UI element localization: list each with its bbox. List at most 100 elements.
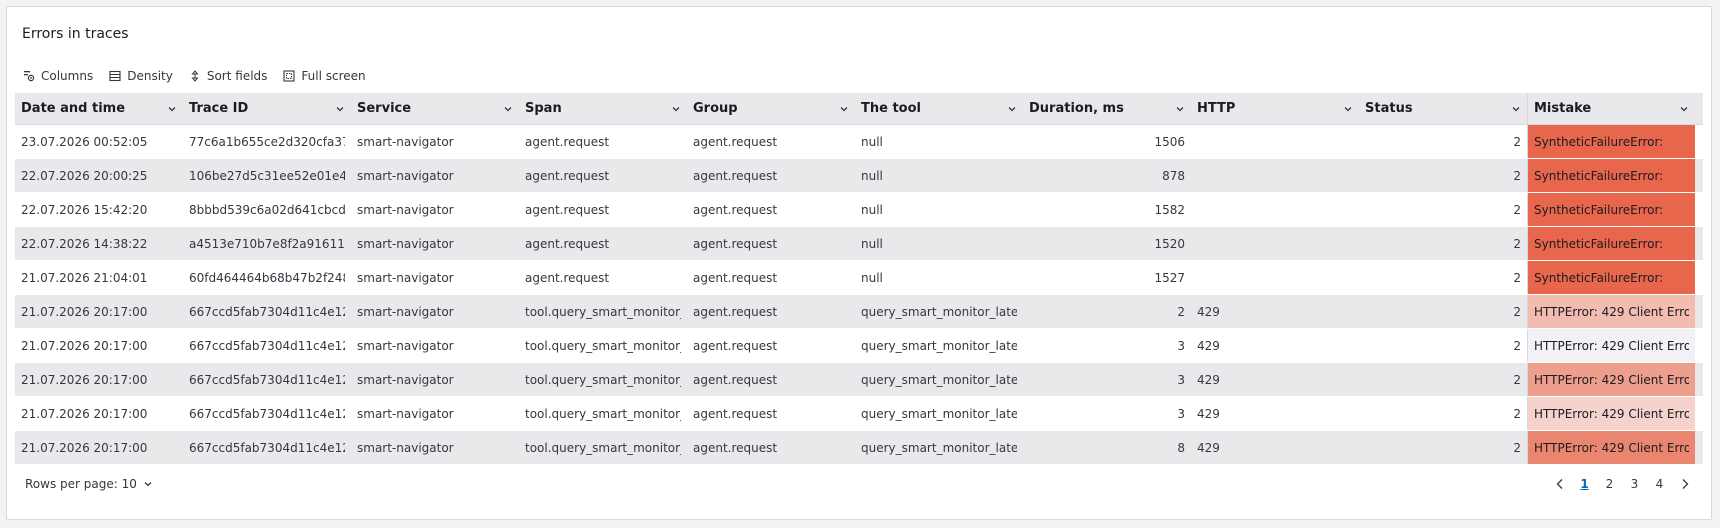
cell-trace-id-text: 667ccd5fab7304d11c4e12ef bbox=[189, 304, 345, 319]
cell-span-text: tool.query_smart_monitor_la bbox=[525, 440, 681, 455]
rows-per-page-label: Rows per page: 10 bbox=[25, 477, 137, 491]
cell-span: agent.request bbox=[519, 227, 687, 260]
cell-duration-text: 1527 bbox=[1154, 270, 1185, 285]
table-row[interactable]: 22.07.2026 14:38:22 a4513e710b7e8f2a91611… bbox=[15, 227, 1703, 261]
cell-status: 2 bbox=[1359, 125, 1527, 158]
cell-datetime: 22.07.2026 14:38:22 bbox=[15, 227, 183, 260]
cell-trace-id: 667ccd5fab7304d11c4e12ef bbox=[183, 397, 351, 430]
cell-trace-id-text: 8bbbd539c6a02d641cbcd9f bbox=[189, 202, 345, 217]
cell-mistake: HTTPError: 429 Client Error: bbox=[1527, 431, 1695, 464]
cell-http: 429 bbox=[1191, 329, 1359, 362]
datagrid-toolbar: Columns Density Sort fields Full screen bbox=[23, 62, 382, 90]
column-header[interactable]: Status bbox=[1359, 93, 1527, 124]
column-header[interactable]: Trace ID bbox=[183, 93, 351, 124]
cell-trace-id-text: 106be27d5c31ee52e01e4d bbox=[189, 168, 345, 183]
density-icon bbox=[109, 70, 121, 82]
sort-fields-button[interactable]: Sort fields bbox=[189, 69, 268, 83]
cell-datetime: 21.07.2026 20:17:00 bbox=[15, 431, 183, 464]
cell-service: smart-navigator bbox=[351, 295, 519, 328]
full-screen-button[interactable]: Full screen bbox=[283, 69, 366, 83]
cell-tool-text: query_smart_monitor_latest bbox=[861, 304, 1017, 319]
cell-duration: 1520 bbox=[1023, 227, 1191, 260]
cell-status: 2 bbox=[1359, 193, 1527, 226]
table-row[interactable]: 21.07.2026 21:04:01 60fd464464b68b47b2f24… bbox=[15, 261, 1703, 295]
cell-trace-id-text: 77c6a1b655ce2d320cfa37d bbox=[189, 134, 345, 149]
cell-group: agent.request bbox=[687, 431, 855, 464]
table-row[interactable]: 21.07.2026 20:17:00 667ccd5fab7304d11c4e1… bbox=[15, 329, 1703, 363]
cell-http bbox=[1191, 125, 1359, 158]
column-header[interactable]: HTTP bbox=[1191, 93, 1359, 124]
cell-mistake-text: SyntheticFailureError: bbox=[1534, 236, 1664, 251]
cell-tool: null bbox=[855, 227, 1023, 260]
cell-span-text: tool.query_smart_monitor_la bbox=[525, 372, 681, 387]
cell-service-text: smart-navigator bbox=[357, 134, 454, 149]
cell-group: agent.request bbox=[687, 363, 855, 396]
table-row[interactable]: 22.07.2026 15:42:20 8bbbd539c6a02d641cbcd… bbox=[15, 193, 1703, 227]
table-row[interactable]: 21.07.2026 20:17:00 667ccd5fab7304d11c4e1… bbox=[15, 295, 1703, 329]
cell-http-text: 429 bbox=[1197, 372, 1220, 387]
page-button-2[interactable]: 2 bbox=[1597, 477, 1622, 491]
table-footer: Rows per page: 10 1234 bbox=[15, 467, 1703, 501]
cell-mistake-text: HTTPError: 429 Client Error: bbox=[1534, 304, 1689, 319]
cell-http: 429 bbox=[1191, 397, 1359, 430]
cell-group-text: agent.request bbox=[693, 236, 778, 251]
cell-trace-id-text: 667ccd5fab7304d11c4e12ef bbox=[189, 338, 345, 353]
sort-fields-label: Sort fields bbox=[206, 69, 268, 83]
next-page-button[interactable] bbox=[1672, 478, 1697, 490]
table-row[interactable]: 22.07.2026 20:00:25 106be27d5c31ee52e01e4… bbox=[15, 159, 1703, 193]
page-button-4[interactable]: 4 bbox=[1647, 477, 1672, 491]
column-header-label: Span bbox=[525, 101, 562, 116]
density-button[interactable]: Density bbox=[109, 69, 173, 83]
cell-datetime-text: 21.07.2026 20:17:00 bbox=[21, 338, 148, 353]
cell-group: agent.request bbox=[687, 159, 855, 192]
cell-duration-text: 3 bbox=[1177, 338, 1185, 353]
cell-mistake: SyntheticFailureError: bbox=[1527, 193, 1695, 226]
column-header[interactable]: Date and time bbox=[15, 93, 183, 124]
page-button-3[interactable]: 3 bbox=[1622, 477, 1647, 491]
cell-http bbox=[1191, 227, 1359, 260]
cell-duration-text: 2 bbox=[1177, 304, 1185, 319]
fullscreen-icon bbox=[283, 70, 295, 82]
cell-mistake: HTTPError: 429 Client Error: bbox=[1527, 329, 1695, 362]
column-header[interactable]: Group bbox=[687, 93, 855, 124]
cell-trace-id: a4513e710b7e8f2a91611e3 bbox=[183, 227, 351, 260]
cell-mistake-text: HTTPError: 429 Client Error: bbox=[1534, 338, 1689, 353]
sort-icon bbox=[191, 70, 199, 82]
table-row[interactable]: 23.07.2026 00:52:05 77c6a1b655ce2d320cfa3… bbox=[15, 125, 1703, 159]
cell-service-text: smart-navigator bbox=[357, 304, 454, 319]
chevron-right-icon bbox=[1682, 479, 1688, 489]
cell-status-text: 2 bbox=[1513, 270, 1521, 285]
cell-mistake: SyntheticFailureError: bbox=[1527, 125, 1695, 158]
column-header[interactable]: Mistake bbox=[1527, 93, 1695, 124]
cell-service-text: smart-navigator bbox=[357, 372, 454, 387]
table-row[interactable]: 21.07.2026 20:17:00 667ccd5fab7304d11c4e1… bbox=[15, 363, 1703, 397]
cell-group: agent.request bbox=[687, 193, 855, 226]
cell-http bbox=[1191, 193, 1359, 226]
cell-span: tool.query_smart_monitor_la bbox=[519, 431, 687, 464]
column-header[interactable]: Service bbox=[351, 93, 519, 124]
cell-status: 2 bbox=[1359, 295, 1527, 328]
columns-button[interactable]: Columns bbox=[23, 69, 93, 83]
column-header[interactable]: The tool bbox=[855, 93, 1023, 124]
cell-datetime-text: 22.07.2026 14:38:22 bbox=[21, 236, 148, 251]
cell-trace-id: 667ccd5fab7304d11c4e12ef bbox=[183, 363, 351, 396]
column-header[interactable]: Span bbox=[519, 93, 687, 124]
cell-trace-id: 60fd464464b68b47b2f2484 bbox=[183, 261, 351, 294]
column-header[interactable]: Duration, ms bbox=[1023, 93, 1191, 124]
cell-span: agent.request bbox=[519, 261, 687, 294]
cell-status-text: 2 bbox=[1513, 202, 1521, 217]
previous-page-button[interactable] bbox=[1547, 478, 1572, 490]
cell-duration: 1506 bbox=[1023, 125, 1191, 158]
table-body: 23.07.2026 00:52:05 77c6a1b655ce2d320cfa3… bbox=[15, 125, 1703, 465]
rows-per-page-button[interactable]: Rows per page: 10 bbox=[25, 477, 153, 491]
page-button-1[interactable]: 1 bbox=[1572, 477, 1597, 491]
cell-datetime-text: 21.07.2026 20:17:00 bbox=[21, 372, 148, 387]
table-row[interactable]: 21.07.2026 20:17:00 667ccd5fab7304d11c4e1… bbox=[15, 431, 1703, 465]
table-row[interactable]: 21.07.2026 20:17:00 667ccd5fab7304d11c4e1… bbox=[15, 397, 1703, 431]
cell-tool: query_smart_monitor_latest bbox=[855, 397, 1023, 430]
cell-duration-text: 8 bbox=[1177, 440, 1185, 455]
pagination: 1234 bbox=[1547, 477, 1697, 491]
table-header: Date and time Trace ID Service Span Group The… bbox=[15, 93, 1703, 125]
cell-span: tool.query_smart_monitor_la bbox=[519, 397, 687, 430]
columns-label: Columns bbox=[41, 69, 94, 83]
